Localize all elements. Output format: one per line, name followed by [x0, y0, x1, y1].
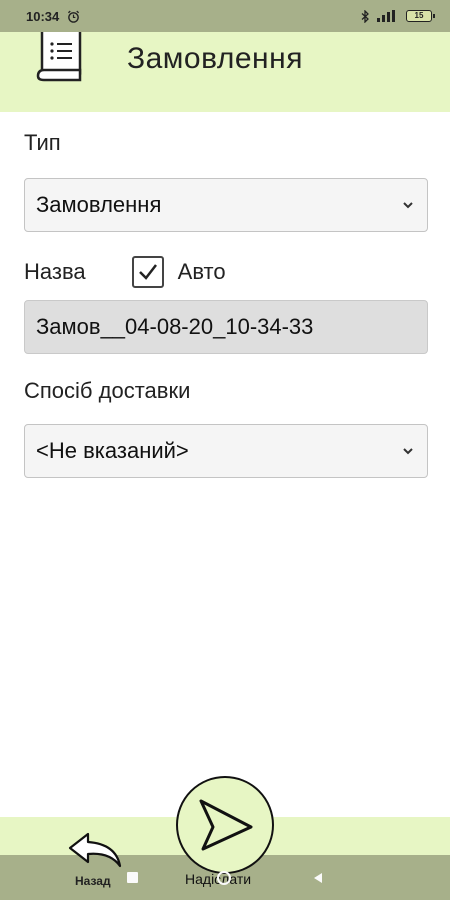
checkmark-icon	[138, 264, 157, 280]
chevron-down-icon	[403, 202, 413, 209]
order-form: Тип Замовлення Назва Авто Замов__04-08-2…	[24, 130, 428, 478]
type-select[interactable]: Замовлення	[24, 178, 428, 232]
name-label: Назва	[24, 259, 86, 284]
name-field-value: Замов__04-08-20_10-34-33	[36, 314, 314, 339]
status-time: 10:34	[26, 8, 60, 24]
page-title: Замовлення	[127, 42, 303, 75]
status-bar: 10:34 15	[0, 0, 450, 32]
document-list-icon	[36, 32, 82, 82]
back-arrow-icon[interactable]	[66, 830, 124, 872]
bluetooth-icon	[361, 9, 369, 23]
chevron-down-icon	[403, 448, 413, 455]
alarm-icon	[68, 10, 80, 23]
delivery-label: Спосіб доставки	[24, 378, 191, 403]
recents-icon[interactable]	[127, 872, 138, 883]
system-back-icon[interactable]	[312, 872, 324, 884]
type-label: Тип	[24, 130, 61, 155]
auto-label: Авто	[177, 259, 226, 284]
type-select-value: Замовлення	[36, 192, 162, 217]
signal-icon	[377, 10, 395, 22]
home-icon[interactable]	[217, 871, 231, 885]
delivery-select-value: <Не вказаний>	[36, 438, 189, 463]
send-button[interactable]	[176, 776, 274, 874]
back-button-label[interactable]: Назад	[75, 874, 111, 888]
app-header: Замовлення	[0, 32, 450, 112]
name-field[interactable]: Замов__04-08-20_10-34-33	[24, 300, 428, 354]
delivery-select[interactable]: <Не вказаний>	[24, 424, 428, 478]
name-row: Назва Авто	[24, 252, 428, 292]
battery-icon: 15	[406, 10, 435, 22]
auto-checkbox[interactable]	[131, 256, 164, 288]
send-icon	[199, 799, 253, 851]
battery-level: 15	[414, 11, 424, 20]
